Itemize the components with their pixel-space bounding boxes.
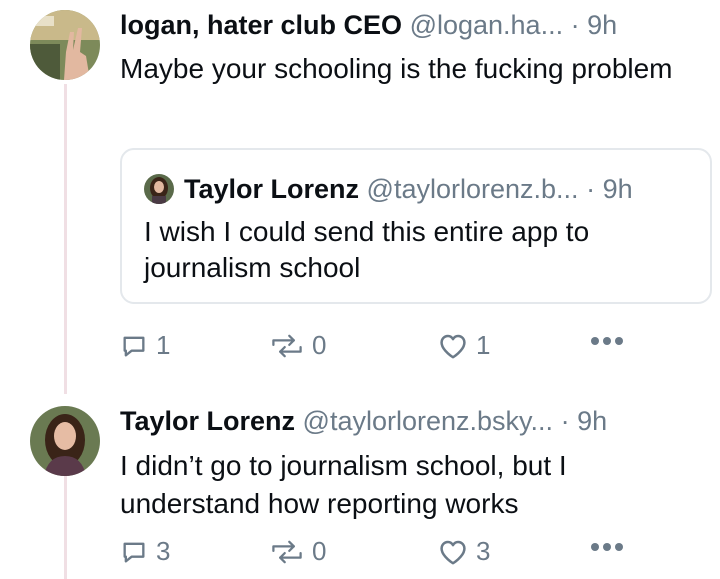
thread-line — [64, 470, 67, 579]
like-count: 1 — [476, 330, 491, 360]
reply-button[interactable]: 1 — [120, 330, 170, 361]
timestamp[interactable]: 9h — [577, 406, 607, 436]
handle[interactable]: @taylorlorenz.b... — [367, 174, 579, 204]
post-actions: 3 0 3 — [120, 536, 680, 570]
reply-icon — [123, 336, 145, 356]
post-header: logan, hater club CEO @logan.ha... · 9h — [120, 8, 617, 42]
more-icon — [591, 337, 623, 345]
like-button[interactable]: 1 — [438, 330, 490, 361]
post-actions: 1 0 1 — [120, 330, 680, 364]
thread-line — [64, 84, 67, 394]
display-name[interactable]: logan, hater club CEO — [120, 10, 402, 40]
quoted-post[interactable]: Taylor Lorenz @taylorlorenz.b... · 9h I … — [120, 148, 712, 304]
separator: · — [586, 174, 596, 204]
timestamp[interactable]: 9h — [587, 10, 617, 40]
avatar[interactable] — [30, 406, 100, 476]
like-icon — [440, 540, 466, 564]
display-name[interactable]: Taylor Lorenz — [184, 174, 359, 204]
like-icon — [440, 334, 466, 358]
repost-count: 0 — [312, 536, 327, 566]
repost-icon — [272, 540, 302, 563]
repost-count: 0 — [312, 330, 327, 360]
display-name[interactable]: Taylor Lorenz — [120, 406, 295, 436]
reply-icon — [123, 542, 145, 562]
quote-header: Taylor Lorenz @taylorlorenz.b... · 9h — [184, 172, 633, 206]
avatar[interactable] — [30, 10, 100, 80]
like-button[interactable]: 3 — [438, 536, 490, 567]
more-options-button[interactable] — [590, 542, 624, 552]
like-count: 3 — [476, 536, 491, 566]
quote-text: I wish I could send this entire app to j… — [144, 216, 590, 283]
reply-count: 1 — [156, 330, 171, 360]
handle[interactable]: @taylorlorenz.bsky... — [303, 406, 554, 436]
reply-count: 3 — [156, 536, 171, 566]
repost-icon — [272, 334, 302, 357]
post-header: Taylor Lorenz @taylorlorenz.bsky... · 9h — [120, 404, 607, 438]
avatar[interactable] — [144, 174, 174, 204]
handle[interactable]: @logan.ha... — [410, 10, 564, 40]
repost-button[interactable]: 0 — [270, 330, 326, 361]
more-options-button[interactable] — [590, 336, 624, 346]
separator: · — [570, 10, 580, 40]
timestamp[interactable]: 9h — [603, 174, 633, 204]
reply-button[interactable]: 3 — [120, 536, 170, 567]
separator: · — [560, 406, 570, 436]
post-text: Maybe your schooling is the fucking prob… — [120, 53, 673, 84]
more-icon — [591, 543, 623, 551]
post-text: I didn’t go to journalism school, but I … — [120, 450, 567, 519]
repost-button[interactable]: 0 — [270, 536, 326, 567]
